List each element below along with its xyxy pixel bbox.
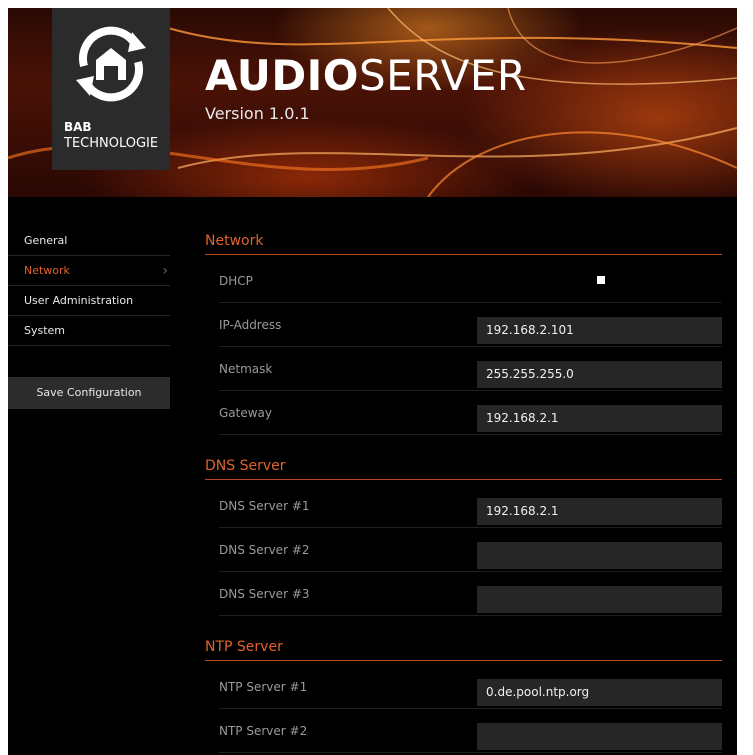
- app-title-bold: AUDIO: [205, 51, 360, 100]
- dhcp-label: DHCP: [219, 274, 253, 288]
- sidebar: General Network › User Administration Sy…: [8, 226, 170, 409]
- dns3-input[interactable]: [477, 586, 722, 613]
- house-sync-icon: [76, 26, 146, 102]
- chevron-right-icon: ›: [162, 263, 168, 279]
- brand-name-line2: TECHNOLOGIE: [64, 136, 159, 151]
- netmask-row: Netmask 255.255.255.0: [219, 347, 722, 391]
- dns3-row: DNS Server #3: [219, 572, 722, 616]
- ntp2-label: NTP Server #2: [219, 724, 308, 738]
- section-title-ntp: NTP Server: [205, 632, 722, 661]
- save-configuration-button[interactable]: Save Configuration: [8, 377, 170, 409]
- sidebar-item-general[interactable]: General: [8, 226, 170, 256]
- netmask-label: Netmask: [219, 362, 273, 376]
- app-version: Version 1.0.1: [205, 104, 310, 123]
- dns1-row: DNS Server #1 192.168.2.1: [219, 484, 722, 528]
- app-window: BAB TECHNOLOGIE AUDIOSERVER Version 1.0.…: [8, 8, 737, 755]
- sidebar-item-user-administration[interactable]: User Administration: [8, 286, 170, 316]
- dns2-row: DNS Server #2: [219, 528, 722, 572]
- netmask-input[interactable]: 255.255.255.0: [477, 361, 722, 388]
- ntp2-row: NTP Server #2: [219, 709, 722, 753]
- gateway-input[interactable]: 192.168.2.1: [477, 405, 722, 432]
- dhcp-checkbox[interactable]: [597, 276, 605, 284]
- sidebar-item-label: Network: [24, 264, 70, 277]
- dns1-input[interactable]: 192.168.2.1: [477, 498, 722, 525]
- section-title-dns: DNS Server: [205, 451, 722, 480]
- gateway-row: Gateway 192.168.2.1: [219, 391, 722, 435]
- dhcp-row: DHCP: [219, 259, 722, 303]
- app-title-light: SERVER: [359, 51, 527, 100]
- dns2-label: DNS Server #2: [219, 543, 310, 557]
- ntp1-label: NTP Server #1: [219, 680, 308, 694]
- ntp1-row: NTP Server #1 0.de.pool.ntp.org: [219, 665, 722, 709]
- section-title-network: Network: [205, 226, 722, 255]
- ntp2-input[interactable]: [477, 723, 722, 750]
- brand-name-line1: BAB: [64, 120, 92, 134]
- main-content: Network DHCP IP-Address 192.168.2.101 Ne…: [205, 226, 722, 753]
- header-banner: BAB TECHNOLOGIE AUDIOSERVER Version 1.0.…: [8, 8, 737, 197]
- gateway-label: Gateway: [219, 406, 273, 420]
- ip-address-row: IP-Address 192.168.2.101: [219, 303, 722, 347]
- sidebar-item-system[interactable]: System: [8, 316, 170, 346]
- dns3-label: DNS Server #3: [219, 587, 310, 601]
- dns2-input[interactable]: [477, 542, 722, 569]
- ntp1-input[interactable]: 0.de.pool.ntp.org: [477, 679, 722, 706]
- dns1-label: DNS Server #1: [219, 499, 310, 513]
- sidebar-item-network[interactable]: Network ›: [8, 256, 170, 286]
- app-title: AUDIOSERVER: [205, 52, 527, 100]
- company-logo: BAB TECHNOLOGIE: [52, 8, 170, 170]
- ip-address-label: IP-Address: [219, 318, 282, 332]
- ip-address-input[interactable]: 192.168.2.101: [477, 317, 722, 344]
